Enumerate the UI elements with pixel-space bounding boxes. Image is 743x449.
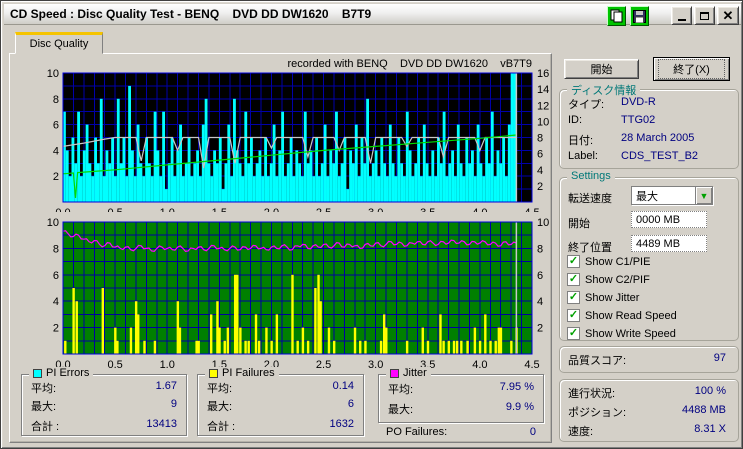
svg-text:4.5: 4.5 [524,359,539,371]
pi-failures-avg-row: 平均: 0.14 [207,380,354,395]
svg-text:10: 10 [537,116,549,128]
chevron-down-icon[interactable]: ▼ [695,187,712,204]
disc-id-label: ID: [568,114,583,126]
checkmark-icon: ✓ [567,273,580,286]
tab-disc-quality[interactable]: Disc Quality [15,32,103,54]
svg-text:1.0: 1.0 [160,359,175,371]
checkmark-icon: ✓ [567,309,580,322]
checkmark-icon: ✓ [567,327,580,340]
jitter-swatch [390,368,399,378]
svg-text:0.5: 0.5 [107,359,122,371]
svg-text:4: 4 [53,145,59,157]
svg-text:6: 6 [537,149,543,161]
svg-text:2.5: 2.5 [316,359,331,371]
pi-errors-legend-box: PI Errors 平均: 1.67 最大: 9 合計 :13413 [21,367,187,436]
svg-text:2: 2 [53,323,59,335]
pi-failures-total-row: 合計 :1632 [207,418,354,433]
pi-errors-avg-row: 平均: 1.67 [31,380,177,395]
checkbox-show-read-speed[interactable]: ✓ Show Read Speed [567,309,677,322]
disc-date-label: 日付: [568,135,594,147]
svg-text:4.0: 4.0 [472,359,487,371]
exit-button[interactable]: 終了(X) [653,57,730,81]
disc-label-label: Label: [568,150,598,162]
copy-pages-icon[interactable] [607,6,626,26]
pi-failures-title: PI Failures [222,367,275,379]
progress-value: 100 % [694,385,726,397]
start-button[interactable]: 開始 [564,59,639,79]
disc-date-value: 28 March 2005 [621,132,695,144]
end-position-field[interactable]: 4489 MB [631,235,707,252]
checkbox-show-c1-pie[interactable]: ✓ Show C1/PIE [567,255,650,268]
svg-text:14: 14 [537,84,549,96]
svg-text:6: 6 [53,270,59,282]
maximize-button[interactable] [694,6,715,25]
transfer-speed-select[interactable]: 最大 ▼ [631,186,713,205]
app-window: CD Speed : Disc Quality Test - BENQ DVD … [0,0,743,449]
pi-errors-total-row: 合計 :13413 [31,418,177,433]
jitter-avg-row: 平均: 7.95 % [388,381,534,396]
checkbox-show-c2-pif[interactable]: ✓ Show C2/PIF [567,273,650,286]
maximize-icon [700,11,709,20]
svg-text:2: 2 [537,181,543,193]
svg-text:4: 4 [53,296,59,308]
end-position-label: 終了位置 [568,242,612,254]
settings-group-title: Settings [567,170,615,182]
pi-failures-swatch [209,368,218,378]
svg-text:8: 8 [53,243,59,255]
start-position-field[interactable]: 0000 MB [631,211,707,228]
svg-text:8: 8 [537,133,543,145]
jitter-legend-box: Jitter 平均: 7.95 % 最大: 9.9 % [378,367,544,423]
transfer-speed-label: 転送速度 [568,193,612,205]
disc-id-value: TTG02 [621,114,656,126]
disc-type-value: DVD-R [621,96,656,108]
svg-text:3.0: 3.0 [368,359,383,371]
position-value: 4488 MB [681,404,726,416]
pi-errors-title: PI Errors [46,367,90,379]
pi-errors-chart: 2468102468101214160.00.51.01.52.02.53.03… [47,68,550,212]
svg-text:8: 8 [537,243,543,255]
minimize-icon [677,19,686,21]
pi-failures-max-row: 最大: 6 [207,398,354,413]
svg-text:16: 16 [537,68,549,80]
quality-score-value: 97 [713,352,726,364]
disc-label-value: CDS_TEST_B2 [621,150,699,162]
svg-text:10: 10 [47,217,59,229]
svg-text:10: 10 [537,217,549,229]
svg-text:4: 4 [537,296,543,308]
jitter-title: Jitter [403,367,427,379]
window-title: CD Speed : Disc Quality Test - BENQ DVD … [10,7,372,21]
disc-type-label: タイプ: [568,99,605,111]
minimize-button[interactable] [671,6,692,25]
close-button[interactable]: ✕ [717,6,739,25]
checkbox-show-write-speed[interactable]: ✓ Show Write Speed [567,327,676,340]
po-failures-row: PO Failures: 0 [386,426,536,438]
checkmark-icon: ✓ [567,255,580,268]
svg-text:10: 10 [47,68,59,80]
floppy-save-icon[interactable] [630,6,649,26]
checkbox-show-jitter[interactable]: ✓ Show Jitter [567,291,639,304]
pi-failures-legend-box: PI Failures 平均: 0.14 最大: 6 合計 :1632 [197,367,364,436]
pi-errors-max-row: 最大: 9 [31,398,177,413]
speed-value: 8.31 X [694,423,726,435]
pi-errors-swatch [33,368,42,378]
start-position-label: 開始 [568,218,590,230]
svg-text:2: 2 [537,323,543,335]
jitter-max-row: 最大: 9.9 % [388,401,534,416]
svg-text:6: 6 [537,270,543,282]
svg-text:6: 6 [53,120,59,132]
close-icon: ✕ [722,8,734,23]
svg-text:12: 12 [537,100,549,112]
pi-failures-chart: 2468102468100.0 0.5 1.0 1.5 2.0 2.5 3.0 3.5 4.0 4… [47,217,550,371]
svg-text:4: 4 [537,165,543,177]
svg-text:2: 2 [53,171,59,183]
checkmark-icon: ✓ [567,291,580,304]
svg-text:8: 8 [53,94,59,106]
